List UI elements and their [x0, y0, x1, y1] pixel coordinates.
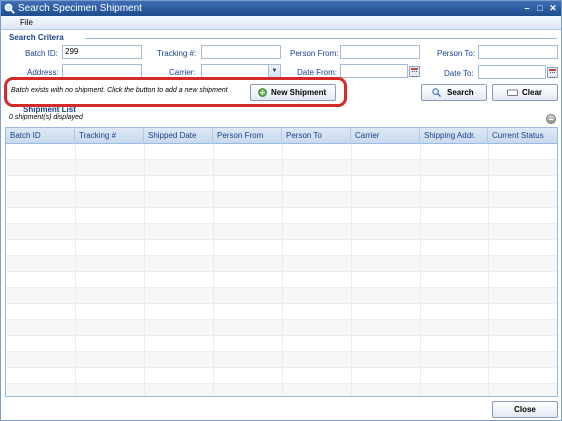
person-to-input[interactable]: [478, 45, 558, 59]
date-to-input[interactable]: [478, 65, 546, 79]
search-criteria-divider: [85, 38, 557, 39]
column-divider: [144, 144, 145, 396]
column-header-batch-id[interactable]: Batch ID: [6, 128, 75, 144]
shipment-count-status: 0 shipment(s) displayed: [9, 114, 83, 121]
calendar-icon[interactable]: [409, 66, 420, 77]
shipment-grid: Batch ID Tracking # Shipped Date Person …: [5, 127, 558, 397]
column-divider: [75, 144, 76, 396]
search-criteria-title: Search Critera: [9, 33, 64, 42]
search-label: Search: [447, 88, 474, 97]
magnifier-icon: [432, 88, 441, 97]
carrier-select[interactable]: ▼: [201, 64, 281, 78]
date-from-input[interactable]: [340, 64, 408, 78]
person-from-input[interactable]: [340, 45, 420, 59]
menu-bar: File: [1, 16, 561, 30]
new-shipment-button[interactable]: New Shipment: [250, 84, 336, 101]
menu-file[interactable]: File: [20, 17, 33, 29]
clear-button[interactable]: Clear: [492, 84, 558, 101]
tracking-label: Tracking #:: [157, 49, 197, 58]
column-divider: [213, 144, 214, 396]
column-divider: [351, 144, 352, 396]
grid-header: Batch ID Tracking # Shipped Date Person …: [6, 128, 557, 144]
column-divider: [488, 144, 489, 396]
batch-id-input[interactable]: 299: [62, 45, 142, 59]
search-specimen-shipment-window: Search Specimen Shipment – □ ✕ File Sear…: [0, 0, 562, 421]
collapse-icon[interactable]: [546, 114, 556, 124]
tracking-input[interactable]: [201, 45, 281, 59]
calendar-icon[interactable]: [547, 67, 558, 78]
search-button[interactable]: Search: [421, 84, 487, 101]
new-shipment-label: New Shipment: [271, 88, 327, 97]
column-header-shipping-addr[interactable]: Shipping Addr.: [420, 128, 488, 144]
person-from-label: Person From:: [290, 49, 339, 58]
no-shipment-message: Batch exists with no shipment. Click the…: [11, 87, 228, 94]
plus-circle-icon: [258, 88, 267, 97]
column-divider: [420, 144, 421, 396]
close-label: Close: [514, 405, 536, 414]
maximize-icon[interactable]: □: [534, 3, 546, 14]
clear-label: Clear: [522, 88, 543, 97]
close-window-icon[interactable]: ✕: [547, 3, 559, 14]
column-divider: [282, 144, 283, 396]
eraser-icon: [507, 89, 518, 96]
column-header-carrier[interactable]: Carrier: [351, 128, 420, 144]
column-header-shipped-date[interactable]: Shipped Date: [144, 128, 213, 144]
person-to-label: Person To:: [437, 49, 476, 58]
column-header-tracking[interactable]: Tracking #: [75, 128, 144, 144]
chevron-down-icon[interactable]: ▼: [268, 65, 280, 77]
column-header-person-from[interactable]: Person From: [213, 128, 282, 144]
minimize-icon[interactable]: –: [521, 3, 533, 14]
column-header-person-to[interactable]: Person To: [282, 128, 351, 144]
no-shipment-notice: Batch exists with no shipment. Click the…: [4, 77, 347, 107]
close-button[interactable]: Close: [492, 401, 558, 418]
search-window-icon: [4, 3, 15, 14]
column-header-current-status[interactable]: Current Status: [488, 128, 557, 144]
address-input[interactable]: [62, 64, 142, 78]
window-title: Search Specimen Shipment: [18, 3, 142, 14]
title-bar[interactable]: Search Specimen Shipment – □ ✕: [1, 1, 561, 16]
batch-id-label: Batch ID:: [25, 49, 58, 58]
date-to-label: Date To:: [444, 69, 474, 78]
